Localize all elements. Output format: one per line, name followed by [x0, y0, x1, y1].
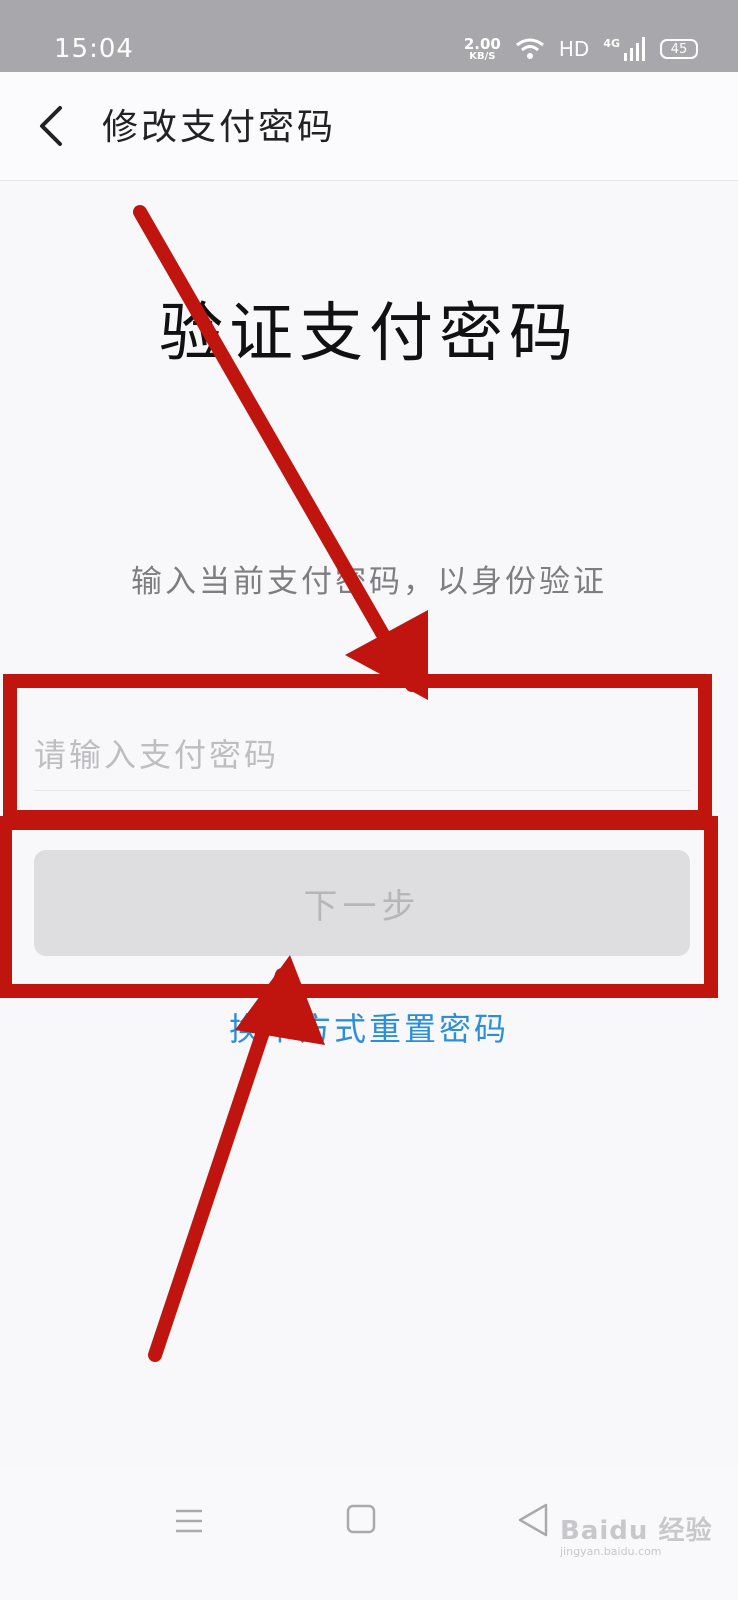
- system-nav-bar: Baidu 经验 jingyan.baidu.com: [0, 1468, 738, 1600]
- chevron-left-icon[interactable]: [30, 102, 74, 150]
- network-speed-unit: KB/S: [469, 50, 496, 62]
- network-speed-value: 2.00: [463, 34, 501, 53]
- password-input[interactable]: [34, 720, 690, 791]
- verify-hint: 输入当前支付密码，以身份验证: [131, 564, 607, 600]
- reset-password-link[interactable]: 换个方式重置密码: [0, 1004, 738, 1050]
- annotation-overlay: [0, 205, 718, 1362]
- verify-title: 验证支付密码: [159, 297, 579, 371]
- page-title: 修改支付密码: [102, 107, 337, 148]
- network-speed: 2.00 KB/S: [463, 34, 501, 62]
- battery-level: 45: [670, 41, 688, 57]
- back-triangle-icon[interactable]: [516, 1502, 550, 1538]
- wifi-icon: [515, 38, 544, 59]
- menu-icon[interactable]: [174, 1506, 204, 1536]
- home-icon[interactable]: [346, 1504, 376, 1534]
- status-time: 15:04: [54, 34, 134, 64]
- battery-icon: 45: [660, 39, 698, 59]
- watermark-brand: Baidu 经验: [560, 1516, 713, 1546]
- hd-label: HD: [558, 37, 590, 61]
- network-type-label: 4G: [603, 36, 620, 50]
- watermark-url: jingyan.baidu.com: [560, 1545, 662, 1558]
- status-icons: 2.00 KB/S HD 4G 45: [464, 34, 698, 64]
- status-bar: 15:04 2.00 KB/S HD 4G 45: [0, 0, 738, 72]
- header-bar: 修改支付密码: [0, 72, 738, 181]
- annotation-arrow-down-head: [345, 610, 428, 700]
- watermark: Baidu 经验 jingyan.baidu.com: [560, 1510, 712, 1558]
- signal-icon: [624, 37, 645, 61]
- next-step-button[interactable]: 下一步: [34, 850, 690, 956]
